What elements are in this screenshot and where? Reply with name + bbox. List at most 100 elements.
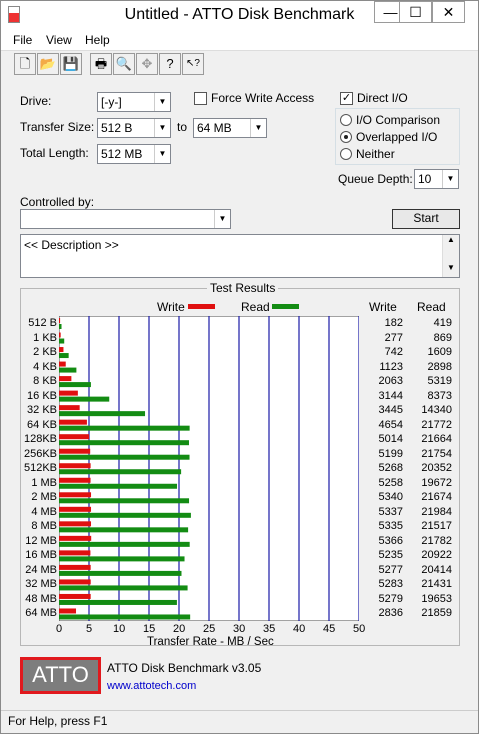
read-value: 21859	[421, 607, 452, 620]
read-value: 20922	[421, 549, 452, 562]
io-comparison-radio[interactable]	[340, 114, 352, 126]
chevron-down-icon: ▼	[442, 170, 458, 188]
y-axis-label: 16 KB	[27, 389, 57, 402]
context-help-icon[interactable]: ↖?	[182, 53, 204, 75]
read-bar	[59, 483, 178, 489]
read-bar	[59, 411, 146, 417]
write-column-header: Write	[369, 300, 397, 314]
overlapped-io-radio[interactable]	[340, 131, 352, 143]
write-value: 5279	[378, 592, 403, 605]
maximize-button[interactable]: ☐	[399, 1, 432, 23]
read-value: 8373	[427, 389, 452, 402]
description-box[interactable]: << Description >> ▲ ▼	[20, 234, 460, 278]
scroll-up-icon[interactable]: ▲	[443, 235, 459, 249]
y-axis-label: 32 KB	[27, 404, 57, 417]
title-bar[interactable]: Untitled - ATTO Disk Benchmark — ☐ ✕	[1, 1, 478, 31]
write-value: 2063	[378, 375, 403, 388]
open-icon[interactable]: 📂	[37, 53, 59, 75]
drive-select[interactable]: [-y-] ▼	[97, 92, 171, 112]
read-bar	[59, 527, 189, 533]
test-results-title: Test Results	[207, 281, 279, 295]
website-link[interactable]: www.attotech.com	[107, 680, 196, 692]
y-axis-label: 512KB	[23, 462, 57, 475]
y-axis-label: 4 MB	[31, 505, 57, 518]
read-bar	[59, 454, 190, 460]
force-write-checkbox[interactable]	[194, 92, 207, 105]
read-value: 2898	[427, 360, 452, 373]
transfer-size-to-select[interactable]: 64 MB ▼	[193, 118, 267, 138]
write-bar	[59, 332, 61, 338]
neither-radio[interactable]	[340, 148, 352, 160]
y-axis-label: 16 MB	[25, 549, 57, 562]
transfer-rate-chart	[59, 316, 359, 621]
queue-depth-select[interactable]: 10 ▼	[414, 169, 459, 189]
chevron-down-icon: ▼	[154, 93, 170, 111]
menu-help[interactable]: Help	[85, 33, 110, 47]
drive-value: [-y-]	[101, 95, 122, 109]
write-value: 5366	[378, 534, 403, 547]
write-bar	[59, 564, 91, 570]
print-preview-icon[interactable]: 🔍	[113, 53, 135, 75]
x-axis-tick-label: 0	[56, 623, 63, 635]
read-value: 20414	[421, 563, 452, 576]
x-axis-tick-label: 5	[86, 623, 93, 635]
controlled-by-select[interactable]: ▼	[20, 209, 231, 229]
x-axis-tick-label: 50	[353, 623, 366, 635]
start-button[interactable]: Start	[392, 209, 460, 229]
y-axis-label: 1 MB	[31, 476, 57, 489]
new-icon[interactable]: 🗋	[14, 53, 36, 75]
write-bar	[59, 419, 87, 425]
x-axis-tick-label: 40	[293, 623, 306, 635]
status-bar: For Help, press F1	[1, 710, 478, 733]
start-label: Start	[413, 211, 439, 225]
read-bar	[59, 440, 189, 446]
write-value: 5277	[378, 563, 403, 576]
menu-view[interactable]: View	[46, 33, 72, 47]
transfer-size-from-select[interactable]: 512 B ▼	[97, 118, 171, 138]
read-value: 21431	[421, 578, 452, 591]
io-comparison-label: I/O Comparison	[356, 113, 441, 127]
write-bar	[59, 347, 64, 353]
read-bar	[59, 338, 65, 344]
y-axis-label: 64 KB	[27, 418, 57, 431]
read-bar	[59, 324, 62, 329]
menu-file[interactable]: File	[13, 33, 32, 47]
write-bar	[59, 506, 92, 512]
legend-write-label: Write	[157, 300, 185, 314]
write-value: 5268	[378, 462, 403, 475]
write-value: 3144	[378, 389, 403, 402]
total-length-value: 512 MB	[101, 147, 143, 161]
close-button[interactable]: ✕	[432, 1, 465, 23]
x-axis-tick-label: 20	[173, 623, 186, 635]
y-axis-label: 2 KB	[33, 346, 57, 359]
write-value: 182	[384, 317, 403, 329]
scroll-down-icon[interactable]: ▼	[443, 263, 459, 277]
help-icon[interactable]: ?	[159, 53, 181, 75]
total-length-select[interactable]: 512 MB ▼	[97, 144, 171, 164]
direct-io-checkbox[interactable]: ✓	[340, 92, 353, 105]
read-column-header: Read	[417, 300, 446, 314]
read-value: 19672	[421, 476, 452, 489]
write-bar	[59, 492, 92, 498]
write-value: 5340	[378, 491, 403, 504]
write-bar	[59, 477, 91, 483]
write-value: 742	[384, 346, 403, 359]
write-value: 5235	[378, 549, 403, 562]
y-axis-label: 32 MB	[25, 578, 57, 591]
read-value: 21674	[421, 491, 452, 504]
write-value: 2836	[378, 607, 403, 620]
print-icon[interactable]: 🖶	[90, 53, 112, 75]
write-value: 5199	[378, 447, 403, 460]
description-scrollbar[interactable]: ▲ ▼	[442, 235, 459, 277]
read-bar	[59, 382, 91, 388]
save-icon[interactable]: 💾	[60, 53, 82, 75]
y-axis-label: 24 MB	[25, 563, 57, 576]
write-value: 5283	[378, 578, 403, 591]
read-value: 20352	[421, 462, 452, 475]
move-icon[interactable]: ✥	[136, 53, 158, 75]
x-axis-tick-label: 35	[263, 623, 276, 635]
y-axis-label: 2 MB	[31, 491, 57, 504]
logo-text: ATTO	[32, 662, 89, 687]
read-bar	[59, 541, 190, 547]
write-bar	[59, 318, 61, 323]
